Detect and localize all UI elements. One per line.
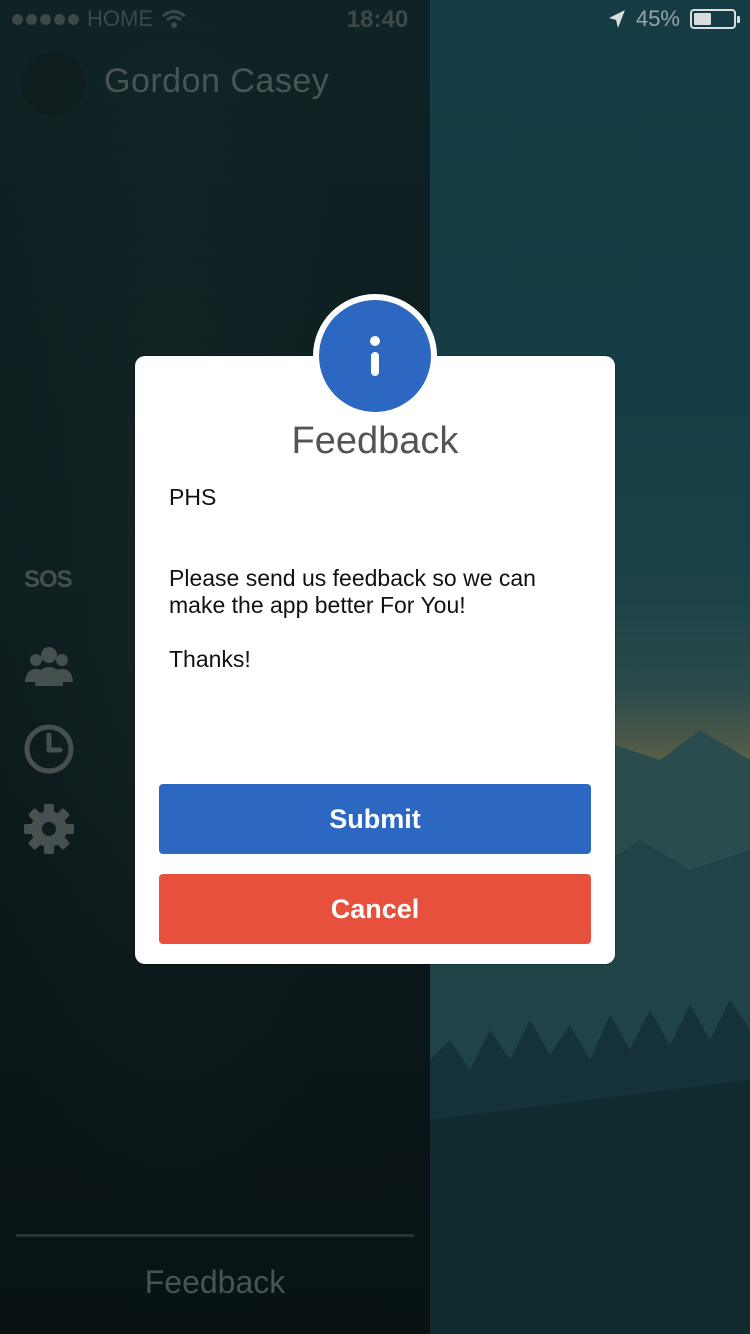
status-right: 45%: [608, 6, 740, 32]
user-name: Gordon Casey: [104, 62, 330, 100]
dialog-message: PHS Please send us feedback so we can ma…: [169, 484, 536, 672]
avatar[interactable]: [22, 52, 86, 116]
people-icon[interactable]: [22, 638, 76, 692]
drawer-divider: [16, 1234, 414, 1237]
dialog-title: Feedback: [291, 420, 459, 462]
gear-icon[interactable]: [22, 802, 76, 856]
status-bar: HOME 18:40 45%: [0, 0, 750, 40]
battery-percent: 45%: [635, 6, 680, 31]
submit-button[interactable]: Submit: [159, 784, 591, 854]
clock-icon[interactable]: [22, 722, 76, 776]
info-icon: [319, 300, 431, 412]
battery-level: [694, 13, 711, 25]
cancel-button[interactable]: Cancel: [159, 874, 591, 944]
dialog-badge: [313, 294, 437, 418]
sos-menu-item[interactable]: SOS: [24, 566, 73, 594]
battery-icon: [690, 9, 740, 29]
screen: Gordon Casey SOS Feedback HOME 18:40 45%…: [0, 0, 750, 1334]
location-arrow-icon: [608, 10, 625, 28]
drawer-feedback-item[interactable]: Feedback: [0, 1264, 430, 1301]
